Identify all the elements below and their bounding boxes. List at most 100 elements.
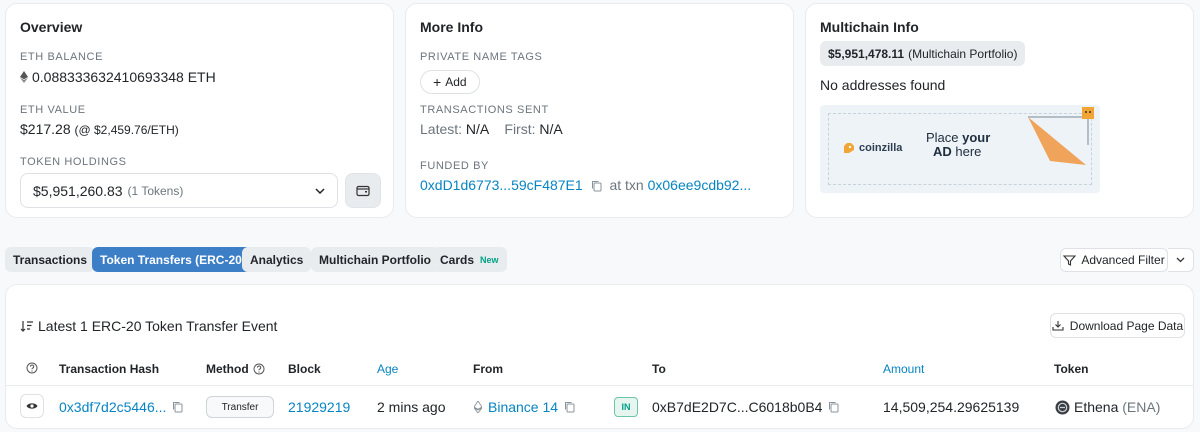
token-transfers-card: Latest 1 ERC-20 Token Transfer Event Dow…	[5, 284, 1194, 429]
copy-icon[interactable]	[591, 180, 602, 192]
question-circle-icon	[26, 362, 38, 374]
advanced-filter-label: Advanced Filter	[1081, 253, 1165, 267]
download-page-data-button[interactable]: Download Page Data	[1050, 313, 1185, 338]
copy-icon[interactable]	[828, 401, 839, 413]
more-info-title: More Info	[420, 19, 483, 35]
tab-transactions-label: Transactions	[13, 252, 88, 267]
multichain-title: Multichain Info	[820, 19, 919, 35]
ethereum-icon	[474, 401, 482, 413]
ethereum-icon	[20, 71, 28, 83]
age-cell: 2 mins ago	[377, 399, 446, 415]
funded-by: 0xdD1d6773...59cF487E1 at txn 0x06ee9cdb…	[420, 177, 751, 193]
column-header-age[interactable]: Age	[377, 362, 398, 376]
transfers-summary-text: Latest 1 ERC-20 Token Transfer Event	[38, 318, 278, 334]
token-holdings-value: $5,951,260.83	[33, 182, 123, 199]
from-cell: Binance 14	[474, 399, 579, 415]
multichain-card: Multichain Info $5,951,478.11 (Multichai…	[805, 3, 1194, 218]
ad-banner[interactable]: coinzilla Place your AD here	[820, 105, 1100, 193]
copy-icon[interactable]	[172, 401, 183, 413]
token-link[interactable]: Ethena (ENA)	[1074, 399, 1160, 415]
transfers-summary: Latest 1 ERC-20 Token Transfer Event	[20, 318, 277, 334]
amount-cell: 14,509,254.29625139	[883, 399, 1020, 415]
eth-value-label: ETH VALUE	[20, 104, 86, 116]
tab-multichain-portfolio[interactable]: Multichain Portfolio	[311, 247, 439, 272]
eth-balance-value: 0.088333632410693348 ETH	[32, 69, 216, 85]
add-tag-label: Add	[445, 75, 467, 89]
ad-megaphone-graphic	[1028, 107, 1094, 165]
column-header-token: Token	[1054, 362, 1089, 376]
private-name-tags-label: PRIVATE NAME TAGS	[420, 51, 543, 63]
ad-tagline: Place your AD here	[926, 130, 991, 159]
no-addresses-text: No addresses found	[820, 77, 946, 93]
latest-value: N/A	[465, 121, 489, 137]
method-badge: Transfer	[206, 396, 274, 418]
coinzilla-logo: coinzilla	[842, 141, 902, 155]
at-txn-label: at txn	[609, 177, 644, 193]
token-name: Ethena	[1074, 399, 1119, 415]
column-header-to: To	[652, 362, 666, 376]
column-header-tx-hash: Transaction Hash	[59, 362, 160, 376]
transactions-sent-label: TRANSACTIONS SENT	[420, 104, 549, 116]
eye-icon	[26, 403, 38, 409]
advanced-filter-button[interactable]: Advanced Filter	[1060, 248, 1168, 272]
help-icon-header[interactable]	[26, 362, 38, 374]
block-cell: 21929219	[288, 399, 350, 415]
block-link[interactable]: 21929219	[288, 399, 350, 415]
multichain-portfolio-value: $5,951,478.11	[828, 46, 905, 61]
new-badge: New	[480, 254, 499, 265]
eth-value: $217.28 (@ $2,459.76/ETH)	[20, 121, 179, 137]
funded-by-label: FUNDED BY	[420, 160, 489, 172]
column-header-amount[interactable]: Amount	[883, 362, 924, 376]
first-label: First:	[504, 121, 536, 137]
tab-cards-label: Cards	[440, 252, 475, 267]
column-header-method: Method	[206, 362, 265, 376]
advanced-filter-dropdown[interactable]	[1168, 248, 1194, 272]
header-divider	[6, 385, 1193, 386]
plus-icon: +	[433, 74, 442, 90]
tab-analytics[interactable]: Analytics	[242, 247, 312, 272]
view-details-button[interactable]	[20, 394, 44, 418]
column-header-block: Block	[288, 362, 321, 376]
latest-label: Latest:	[420, 121, 463, 137]
tx-hash-cell: 0x3df7d2c5446...	[59, 399, 187, 415]
chevron-down-icon	[315, 185, 325, 197]
from-address-link[interactable]: Binance 14	[488, 399, 558, 415]
to-address: 0xB7dE2D7C...C6018b0B4	[652, 399, 823, 415]
eth-price: (@ $2,459.76/ETH)	[74, 123, 179, 137]
token-cell: Ethena (ENA)	[1055, 399, 1160, 415]
overview-card: Overview ETH BALANCE 0.08833363241069334…	[5, 3, 394, 218]
filter-icon	[1063, 254, 1077, 266]
column-header-method-label: Method	[206, 362, 249, 376]
tab-token-transfers-label: Token Transfers (ERC-20)	[100, 252, 246, 267]
funded-by-address-link[interactable]: 0xdD1d6773...59cF487E1	[420, 177, 583, 193]
wallet-icon	[356, 185, 370, 196]
tab-cards[interactable]: Cards New	[432, 247, 507, 272]
token-symbol: (ENA)	[1122, 399, 1161, 415]
tab-multichain-portfolio-label: Multichain Portfolio	[319, 252, 431, 267]
coinzilla-icon	[844, 143, 854, 153]
more-info-card: More Info PRIVATE NAME TAGS + Add TRANSA…	[405, 3, 794, 218]
token-holdings-dropdown[interactable]: $5,951,260.83 (1 Tokens)	[20, 173, 338, 208]
tab-transactions[interactable]: Transactions	[5, 247, 96, 272]
overview-title: Overview	[20, 19, 83, 35]
tab-token-transfers[interactable]: Token Transfers (ERC-20)	[92, 247, 254, 272]
eth-balance: 0.088333632410693348 ETH	[20, 69, 216, 85]
column-header-from: From	[473, 362, 503, 376]
multichain-portfolio-badge[interactable]: $5,951,478.11 (Multichain Portfolio)	[820, 41, 1026, 66]
copy-icon[interactable]	[564, 401, 575, 413]
first-value: N/A	[539, 121, 563, 137]
eth-value-amount: $217.28	[20, 121, 71, 137]
transactions-sent: Latest: N/A First: N/A	[420, 121, 563, 137]
download-icon	[1052, 321, 1064, 331]
question-circle-icon[interactable]	[253, 363, 265, 375]
funded-txn-link[interactable]: 0x06ee9cdb92...	[648, 177, 752, 193]
tx-hash-link[interactable]: 0x3df7d2c5446...	[59, 399, 166, 415]
direction-badge: IN	[614, 397, 638, 417]
add-tag-button[interactable]: + Add	[420, 70, 480, 94]
wallet-button[interactable]	[345, 173, 381, 208]
ethena-token-icon	[1055, 400, 1070, 414]
chevron-down-icon	[1176, 257, 1185, 263]
eth-balance-label: ETH BALANCE	[20, 51, 104, 63]
tab-analytics-label: Analytics	[250, 252, 304, 267]
download-page-data-label: Download Page Data	[1069, 318, 1184, 333]
